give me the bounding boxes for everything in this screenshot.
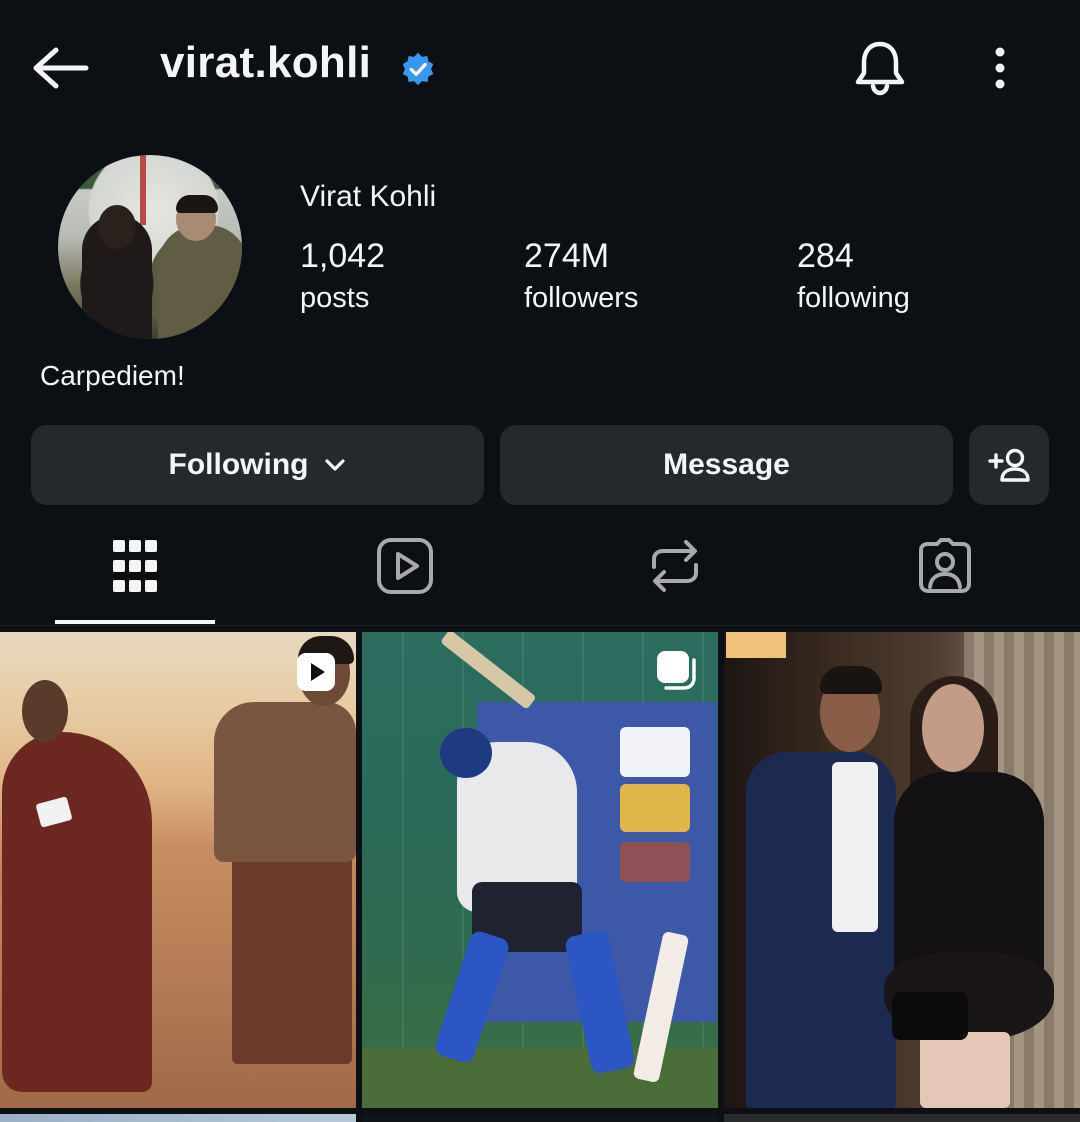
arrow-left-icon (33, 47, 89, 89)
post-thumbnail[interactable] (362, 632, 718, 1108)
reels-icon (377, 538, 433, 594)
top-bar: virat.kohli (0, 0, 1080, 135)
carousel-icon (654, 648, 698, 692)
tab-reels[interactable] (325, 530, 485, 602)
repost-icon (652, 540, 698, 592)
post-thumbnail[interactable] (0, 1114, 356, 1122)
bell-icon (855, 41, 905, 96)
posts-count[interactable]: 1,042 posts (300, 236, 385, 318)
post-thumbnail[interactable] (362, 1114, 718, 1122)
posts-count-value: 1,042 (300, 237, 386, 275)
profile-avatar[interactable] (58, 155, 242, 339)
grid-icon (113, 540, 157, 592)
back-button[interactable] (28, 40, 92, 96)
display-name: Virat Kohli (300, 180, 437, 213)
verified-badge-icon (402, 52, 434, 86)
message-button-label: Message (663, 448, 790, 481)
profile-bio: Carpediem! (40, 360, 185, 391)
following-count-label: following (797, 282, 910, 314)
profile-page: virat.kohli Virat Kohli 1,042 posts 274M… (0, 0, 1080, 1122)
post-thumbnail[interactable] (0, 632, 356, 1108)
followers-count-label: followers (524, 282, 639, 314)
notifications-button[interactable] (850, 38, 910, 98)
tagged-icon (919, 538, 971, 593)
followers-count[interactable]: 274M followers (524, 236, 638, 318)
profile-username: virat.kohli (160, 38, 372, 87)
reel-icon (294, 650, 338, 694)
posts-count-label: posts (300, 282, 370, 314)
more-vertical-icon (995, 47, 1005, 89)
message-button[interactable]: Message (500, 425, 953, 505)
chevron-down-icon (324, 458, 346, 472)
active-tab-indicator (55, 620, 215, 624)
tab-tagged[interactable] (865, 530, 1025, 602)
following-button-label: Following (168, 448, 309, 481)
post-thumbnail[interactable] (724, 632, 1080, 1108)
following-button[interactable]: Following (31, 425, 484, 505)
tab-reposts[interactable] (595, 530, 755, 602)
tab-posts-grid[interactable] (55, 530, 215, 602)
more-options-button[interactable] (980, 40, 1020, 96)
following-count-value: 284 (797, 237, 854, 275)
followers-count-value: 274M (524, 237, 610, 275)
following-count[interactable]: 284 following (797, 236, 910, 318)
suggest-users-button[interactable] (969, 425, 1049, 505)
post-thumbnail[interactable] (724, 1114, 1080, 1122)
add-user-icon (988, 448, 1030, 482)
tab-divider (0, 625, 1080, 626)
